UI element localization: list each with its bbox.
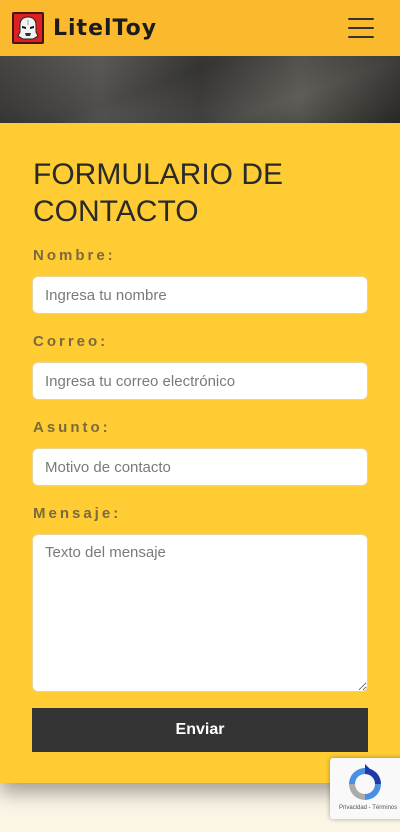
subject-input[interactable] (32, 448, 368, 486)
brand-name: LitelToy (53, 15, 158, 41)
message-label: Mensaje: (33, 505, 122, 522)
recaptcha-links[interactable]: Privacidad - Términos (339, 805, 397, 811)
hero-banner-image (0, 56, 400, 123)
email-input[interactable] (32, 362, 368, 400)
form-title: FORMULARIO DE CONTACTO (33, 158, 284, 228)
message-textarea[interactable] (32, 534, 368, 692)
submit-button[interactable]: Enviar (32, 708, 368, 752)
contact-form: FORMULARIO DE CONTACTO Nombre: Correo: A… (0, 123, 400, 783)
subject-label: Asunto: (33, 419, 111, 436)
name-label: Nombre: (33, 247, 116, 264)
brand-link[interactable]: LitelToy (12, 12, 157, 44)
top-navbar: LitelToy (0, 0, 400, 56)
hamburger-menu-icon[interactable] (348, 17, 374, 39)
recaptcha-badge[interactable]: Privacidad - Términos (330, 758, 400, 819)
email-label: Correo: (33, 333, 109, 350)
name-input[interactable] (32, 276, 368, 314)
stormtrooper-icon (12, 12, 44, 44)
recaptcha-icon (349, 764, 381, 800)
